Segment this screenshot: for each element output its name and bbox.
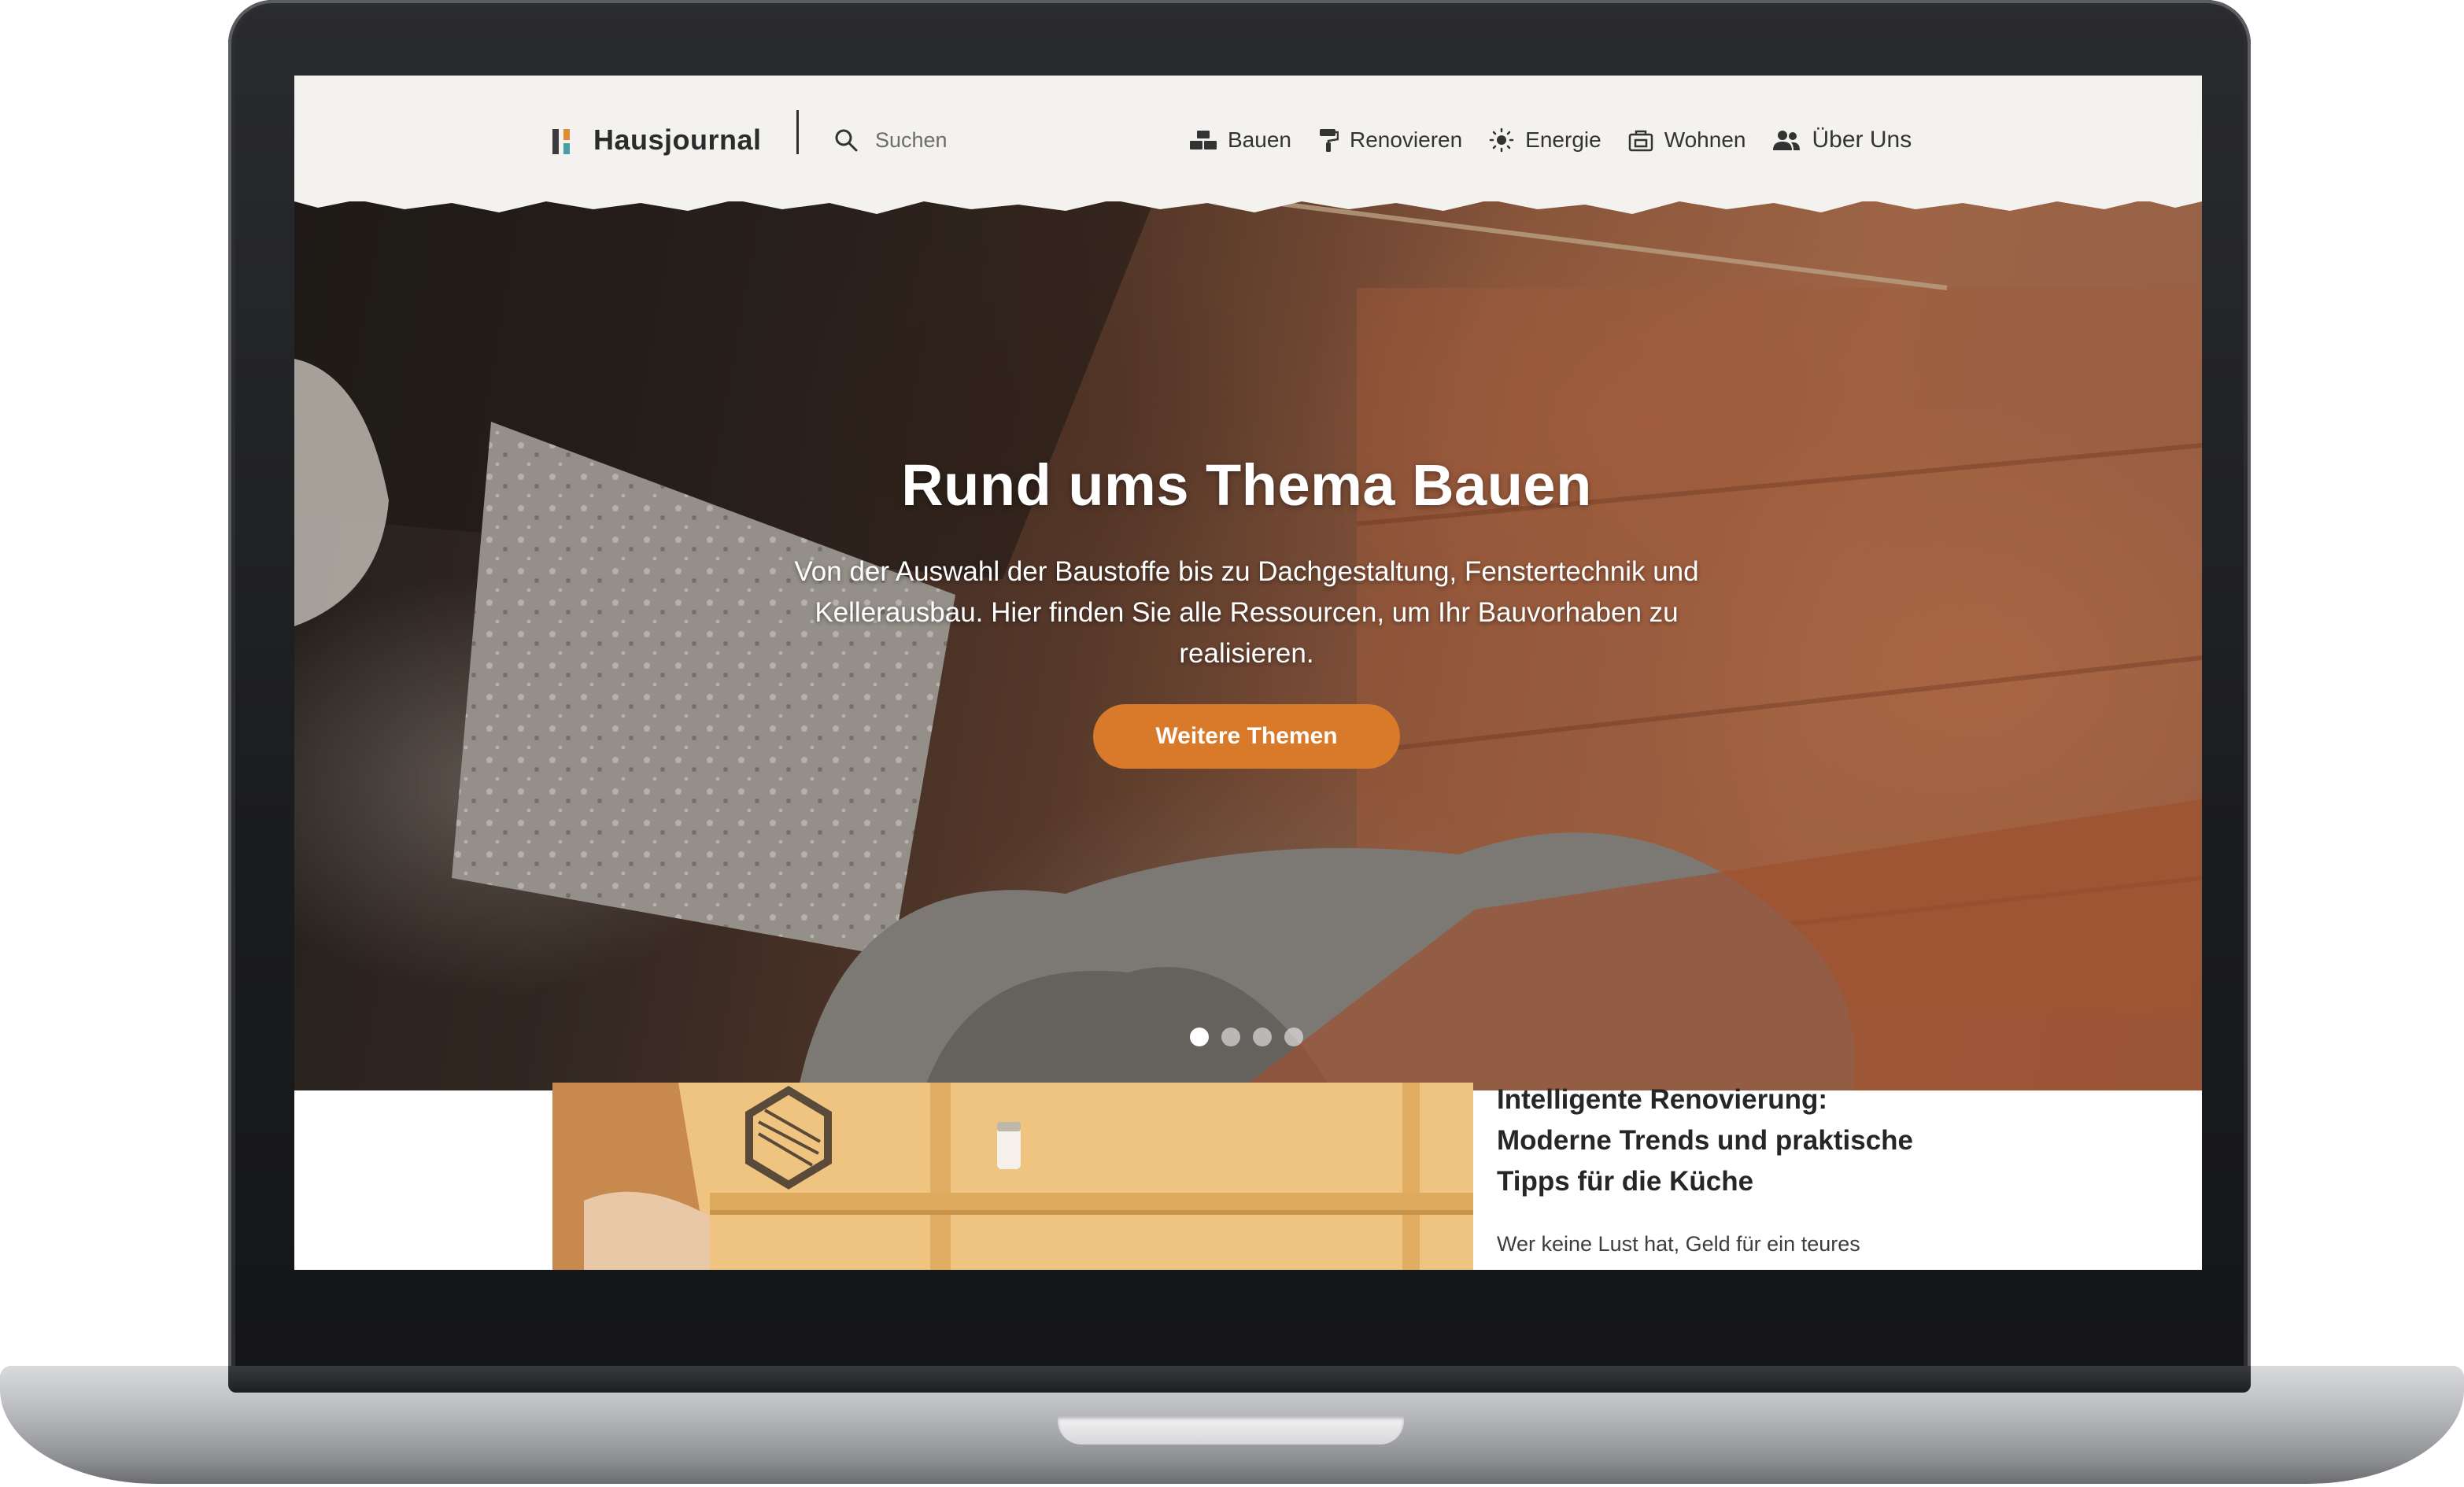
article-title[interactable]: Intelligente Renovierung: Moderne Trends…	[1497, 1079, 1938, 1202]
article-excerpt: Wer keine Lust hat, Geld für ein teures	[1497, 1232, 1860, 1256]
nav-label-wohnen: Wohnen	[1664, 127, 1746, 152]
site-header: Hausjournal Suchen Bauen Renovieren Ener…	[294, 76, 2202, 201]
laptop-opening-notch	[1058, 1416, 1404, 1445]
main-navigation: Bauen Renovieren Energie Wohnen Über Uns	[1190, 113, 1912, 167]
nav-label-energie: Energie	[1525, 127, 1601, 152]
carousel-dot-1[interactable]	[1190, 1028, 1209, 1046]
house-icon	[1628, 130, 1653, 152]
nav-label-bauen: Bauen	[1228, 127, 1291, 152]
hero-content: Rund ums Thema Bauen Von der Auswahl der…	[735, 453, 1758, 769]
header-divider	[796, 110, 799, 154]
torn-paper-edge	[294, 186, 2202, 214]
paint-roller-icon	[1319, 129, 1339, 152]
nav-label-ueber-uns: Über Uns	[1812, 127, 1912, 153]
sun-icon	[1489, 127, 1514, 153]
search-placeholder: Suchen	[875, 127, 948, 152]
article-thumbnail[interactable]	[552, 1083, 1473, 1270]
nav-item-wohnen[interactable]: Wohnen	[1628, 127, 1746, 153]
hero-description: Von der Auswahl der Baustoffe bis zu Dac…	[794, 556, 1699, 670]
brand-name: Hausjournal	[593, 124, 762, 156]
people-icon	[1773, 131, 1801, 150]
nav-item-ueber-uns[interactable]: Über Uns	[1772, 127, 1912, 153]
hero-banner: Rund ums Thema Bauen Von der Auswahl der…	[294, 186, 2202, 1090]
carousel-dots	[1190, 1028, 1303, 1046]
weitere-themen-button[interactable]: Weitere Themen	[1093, 704, 1400, 769]
laptop-hinge	[228, 1366, 2251, 1393]
nav-item-renovieren[interactable]: Renovieren	[1318, 127, 1462, 153]
carousel-dot-2[interactable]	[1221, 1028, 1240, 1046]
laptop-screen: Rund ums Thema Bauen Von der Auswahl der…	[294, 76, 2202, 1270]
carousel-dot-3[interactable]	[1253, 1028, 1272, 1046]
search-icon	[835, 129, 858, 152]
nav-item-bauen[interactable]: Bauen	[1190, 127, 1291, 153]
search-field[interactable]: Suchen	[834, 116, 948, 164]
brand-logo[interactable]: Hausjournal	[552, 115, 762, 165]
carousel-dot-4[interactable]	[1284, 1028, 1303, 1046]
kitchen-shelf-image	[552, 1083, 1473, 1270]
nav-item-energie[interactable]: Energie	[1489, 127, 1601, 153]
nav-label-renovieren: Renovieren	[1349, 127, 1463, 152]
hausjournal-logo-icon	[552, 126, 576, 154]
bricks-icon	[1190, 131, 1217, 149]
hero-title: Rund ums Thema Bauen	[901, 452, 1592, 518]
